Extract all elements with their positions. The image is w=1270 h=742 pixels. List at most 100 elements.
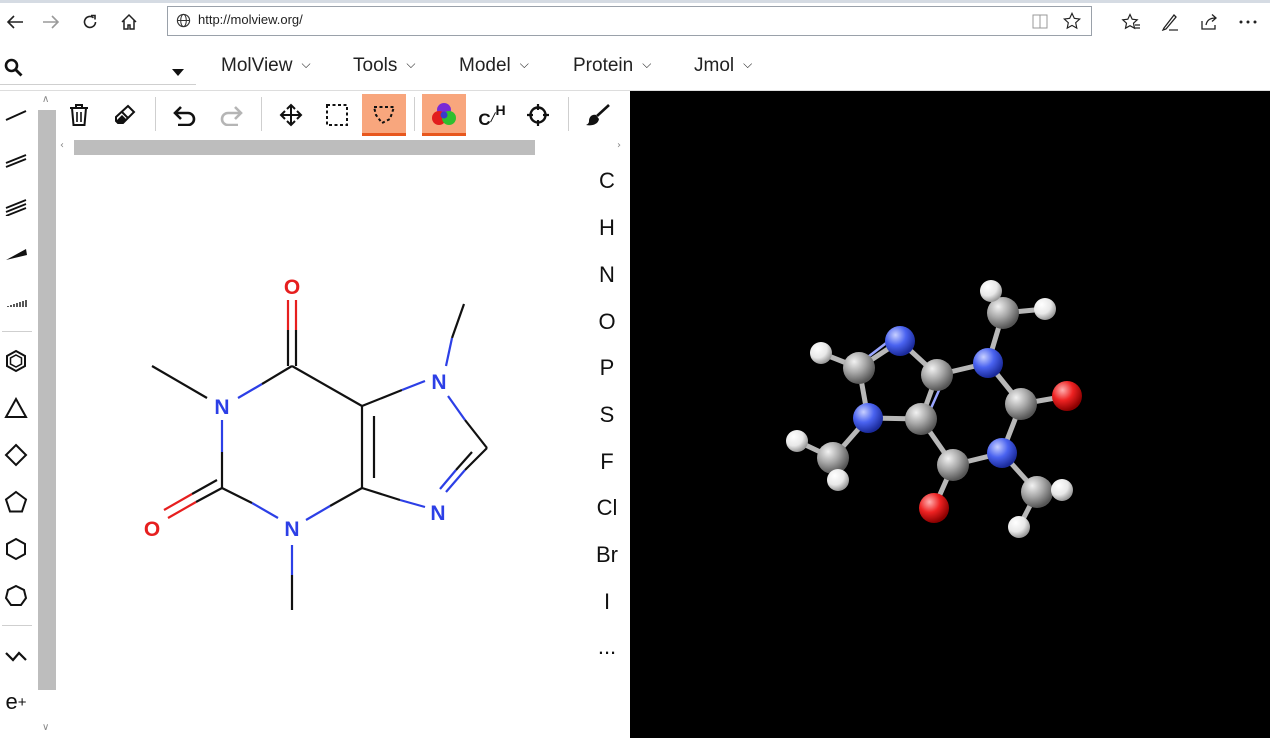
clean-brush-icon[interactable] [576,94,620,136]
bond[interactable] [399,498,426,509]
refresh-icon[interactable] [75,7,105,37]
color-mode-icon[interactable] [422,94,466,136]
element-sulfur[interactable]: S [585,402,629,428]
hash-bond-icon[interactable] [0,281,32,321]
rect-select-icon[interactable] [315,94,359,136]
cyclopentane-icon[interactable] [0,482,32,522]
bond[interactable] [455,451,473,471]
wedge-bond-icon[interactable] [0,234,32,274]
bond[interactable] [291,365,363,407]
atom-nitrogen[interactable]: N [431,371,446,394]
bond[interactable] [361,486,401,502]
bond[interactable] [464,419,488,449]
bond[interactable] [191,479,223,503]
undo-icon[interactable] [163,94,207,136]
chain-icon[interactable] [0,636,32,676]
sketch-canvas[interactable]: O N N N N O [56,156,586,738]
share-icon[interactable] [1194,7,1224,37]
menu-tools[interactable]: Tools ⌵ [353,55,415,77]
address-bar[interactable]: http://molview.org/ [167,6,1092,36]
element-more[interactable]: ... [585,634,629,660]
triple-bond-icon[interactable] [0,187,32,227]
bond[interactable] [261,365,293,385]
bond[interactable] [361,388,403,408]
scroll-down-icon[interactable]: ∨ [42,722,49,733]
bond[interactable] [447,395,466,421]
bond[interactable] [445,469,466,493]
menu-tools-label: Tools [353,55,398,76]
atom-oxygen[interactable]: O [284,276,300,299]
atom-oxygen[interactable]: O [144,518,160,541]
horizontal-scroll-thumb[interactable] [74,140,535,155]
element-oxygen[interactable]: O [585,309,629,335]
move-icon[interactable] [269,94,313,136]
favorites-icon[interactable] [1116,7,1146,37]
reading-view-icon[interactable] [1032,14,1048,33]
element-nitrogen[interactable]: N [585,262,629,288]
element-phosphorus[interactable]: P [585,355,629,381]
double-bond-icon[interactable] [0,140,32,180]
browser-toolbar: http://molview.org/ [0,0,1270,45]
more-icon[interactable] [1233,7,1263,37]
vertical-scroll-thumb[interactable] [38,110,56,690]
element-fluorine[interactable]: F [585,449,629,475]
chevron-down-icon: ⌵ [406,57,416,71]
cyclobutane-icon[interactable] [0,435,32,475]
eraser-icon[interactable] [103,94,147,136]
trash-icon[interactable] [57,94,101,136]
bond[interactable] [464,447,488,471]
lasso-select-icon[interactable] [362,94,406,136]
toolbar-divider [155,97,156,131]
bond[interactable] [286,300,298,330]
element-hydrogen[interactable]: H [585,215,629,241]
bond[interactable] [237,383,263,399]
scroll-left-icon[interactable]: ‹ [60,140,64,151]
search-icon[interactable] [4,58,23,81]
menu-jmol[interactable]: Jmol ⌵ [694,55,752,77]
charge-label: e [5,689,18,714]
menu-model[interactable]: Model ⌵ [459,55,529,77]
cycloheptane-icon[interactable] [0,576,32,616]
bond[interactable] [221,487,253,504]
menu-molview[interactable]: MolView ⌵ [221,55,311,77]
model-3d-viewer[interactable] [630,91,1270,738]
bond[interactable] [401,379,426,392]
redo-icon[interactable] [209,94,253,136]
pen-notes-icon[interactable] [1155,7,1185,37]
single-bond-icon[interactable] [0,95,32,135]
chevron-down-icon: ⌵ [642,57,652,71]
atom-nitrogen[interactable]: N [214,396,229,419]
search-input[interactable] [30,52,164,80]
bond[interactable] [305,505,331,521]
benzene-icon[interactable] [0,341,32,381]
menu-protein[interactable]: Protein ⌵ [573,55,651,77]
home-icon[interactable] [114,7,144,37]
url-text[interactable]: http://molview.org/ [198,12,303,27]
bond[interactable] [163,493,197,519]
element-iodine[interactable]: I [585,589,629,615]
bond[interactable] [329,487,363,507]
forward-icon[interactable] [36,7,66,37]
search-dropdown-icon[interactable] [172,62,184,81]
hydrogen-toggle-icon[interactable]: C ╱ H [470,94,514,136]
favorite-star-icon[interactable] [1062,11,1082,34]
cyclopropane-icon[interactable] [0,388,32,428]
cyclohexane-icon[interactable] [0,529,32,569]
element-chlorine[interactable]: Cl [585,495,629,521]
bond[interactable] [286,330,298,366]
scroll-right-icon[interactable]: › [617,140,621,151]
bond[interactable] [450,303,466,339]
bond[interactable] [151,365,208,399]
center-icon[interactable] [516,94,560,136]
atom-nitrogen[interactable]: N [430,502,445,525]
charge-icon[interactable]: e + [0,682,32,722]
atom-nitrogen[interactable]: N [284,518,299,541]
bond[interactable] [439,469,457,490]
menu-molview-label: MolView [221,55,293,76]
back-icon[interactable] [0,7,30,37]
bond[interactable] [251,502,279,519]
bond[interactable] [444,337,454,367]
scroll-up-icon[interactable]: ∧ [42,94,49,105]
element-carbon[interactable]: C [585,168,629,194]
element-bromine[interactable]: Br [585,542,629,568]
